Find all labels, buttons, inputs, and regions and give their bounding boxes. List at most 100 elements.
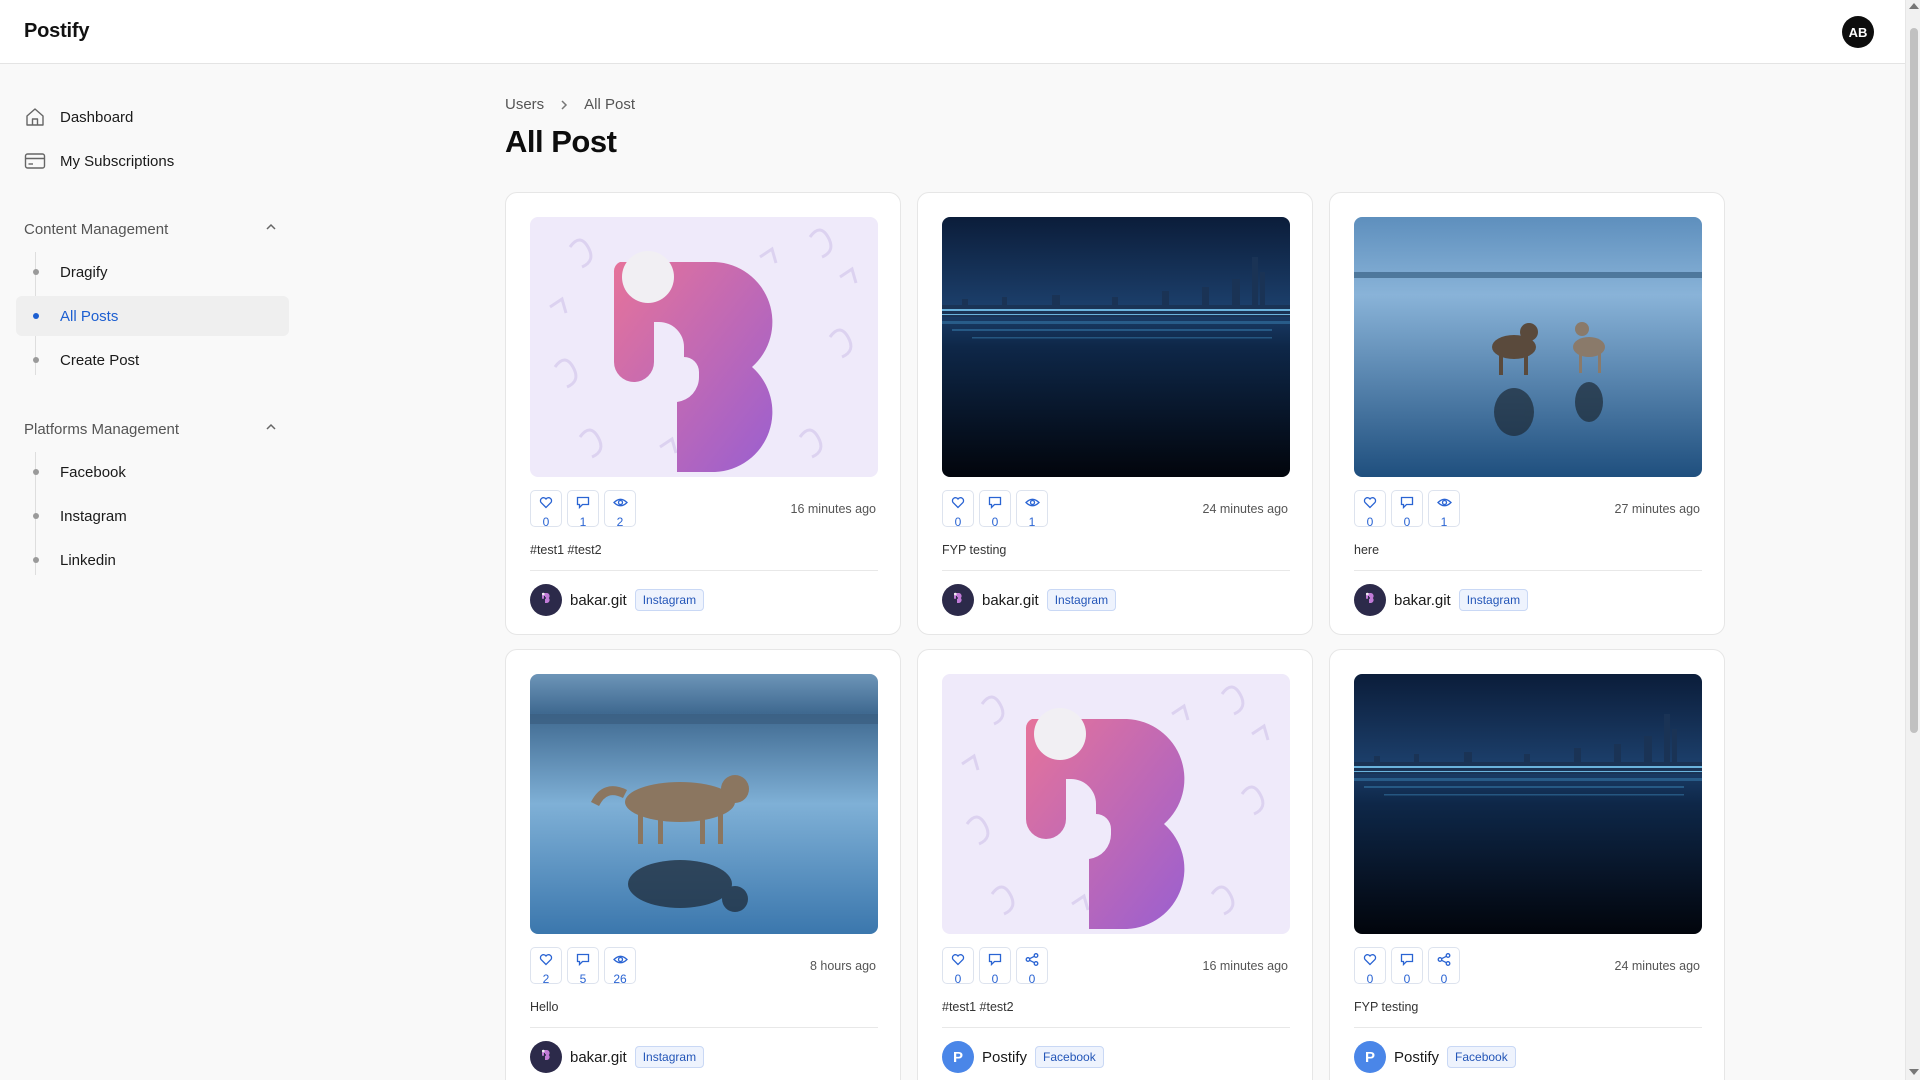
scroll-up-arrow[interactable] — [1909, 3, 1919, 9]
page-scrollbar[interactable] — [1905, 0, 1920, 1080]
author-avatar: P — [942, 1041, 974, 1073]
sidebar-item-label: Dashboard — [60, 108, 134, 126]
likes-stat: 0 — [1354, 947, 1386, 986]
sidebar-item-label: Linkedin — [60, 551, 116, 569]
breadcrumb: Users All Post — [505, 96, 635, 113]
post-time: 8 hours ago — [809, 959, 876, 973]
post-card[interactable]: 2 5 26 8 hours ago Hello bakar.git Insta… — [505, 649, 901, 1080]
post-card[interactable]: 0 1 2 16 minutes ago #test1 #test2 bakar… — [505, 192, 901, 635]
comments-count: 0 — [1403, 972, 1411, 986]
comment-icon — [576, 953, 590, 971]
app-logo[interactable]: Postify — [24, 20, 89, 43]
bullet-dot — [33, 313, 39, 319]
comments-stat: 0 — [979, 490, 1011, 529]
section-platforms-management[interactable]: Platforms Management — [24, 418, 278, 440]
likes-count: 0 — [954, 972, 962, 986]
post-image[interactable] — [1354, 674, 1702, 934]
shares-stat-count: 0 — [1028, 972, 1036, 986]
post-card[interactable]: 0 0 1 27 minutes ago here bakar.git Inst… — [1329, 192, 1725, 635]
post-card[interactable]: 0 0 0 24 minutes ago FYP testing P Posti… — [1329, 649, 1725, 1080]
scroll-down-arrow[interactable] — [1909, 1069, 1919, 1075]
sidebar-item-instagram[interactable]: Instagram — [16, 496, 289, 536]
bullet-dot — [33, 357, 39, 363]
comment-icon — [988, 953, 1002, 971]
platform-badge: Facebook — [1447, 1046, 1516, 1068]
sidebar-item-facebook[interactable]: Facebook — [16, 452, 289, 492]
bullet-dot — [33, 269, 39, 275]
author-avatar — [530, 584, 562, 616]
eye-icon — [612, 953, 628, 971]
post-stats: 0 0 1 — [1354, 490, 1460, 529]
platform-badge: Instagram — [634, 1046, 705, 1068]
section-title: Platforms Management — [24, 420, 180, 438]
comments-stat: 0 — [979, 947, 1011, 986]
post-stats: 0 0 1 — [942, 490, 1048, 529]
comments-stat: 5 — [567, 947, 599, 986]
eye-icon — [612, 496, 628, 514]
post-caption: here — [1354, 543, 1380, 557]
views-stat-count: 26 — [613, 972, 627, 986]
likes-stat: 0 — [942, 490, 974, 529]
comments-stat: 0 — [1391, 947, 1423, 986]
platform-badge: Instagram — [1046, 589, 1117, 611]
breadcrumb-current: All Post — [584, 96, 636, 113]
post-author: P Postify Facebook — [1354, 1041, 1516, 1073]
post-card[interactable]: 0 0 0 16 minutes ago #test1 #test2 P Pos… — [917, 649, 1313, 1080]
divider — [942, 1027, 1290, 1028]
post-image[interactable] — [1354, 217, 1702, 477]
divider — [942, 570, 1290, 571]
post-caption: Hello — [530, 1000, 559, 1014]
heart-icon — [951, 496, 965, 514]
post-time: 24 minutes ago — [1614, 959, 1700, 973]
post-image[interactable] — [942, 217, 1290, 477]
views-stat-count: 2 — [616, 515, 624, 529]
sidebar-item-all-posts[interactable]: All Posts — [16, 296, 289, 336]
comments-count: 0 — [991, 515, 999, 529]
heart-icon — [1363, 953, 1377, 971]
heart-icon — [951, 953, 965, 971]
section-content-management[interactable]: Content Management — [24, 218, 278, 240]
likes-count: 0 — [954, 515, 962, 529]
author-name: bakar.git — [1394, 591, 1451, 609]
share-icon — [1025, 953, 1039, 971]
postify-logo-icon — [539, 1048, 553, 1067]
views-stat-count: 1 — [1440, 515, 1448, 529]
post-image[interactable] — [530, 674, 878, 934]
chevron-up-icon — [264, 420, 278, 438]
share-icon — [1437, 953, 1451, 971]
sidebar-item-dashboard[interactable]: Dashboard — [24, 105, 133, 129]
post-caption: #test1 #test2 — [942, 1000, 1014, 1014]
sidebar-item-dragify[interactable]: Dragify — [16, 252, 289, 292]
user-avatar[interactable]: AB — [1842, 16, 1874, 48]
post-stats: 0 1 2 — [530, 490, 636, 529]
sidebar-item-my-subscriptions[interactable]: My Subscriptions — [24, 149, 174, 173]
breadcrumb-parent[interactable]: Users — [505, 96, 544, 113]
sidebar-item-create-post[interactable]: Create Post — [16, 340, 289, 380]
author-avatar — [1354, 584, 1386, 616]
author-name: bakar.git — [570, 1048, 627, 1066]
heart-icon — [1363, 496, 1377, 514]
divider — [1354, 1027, 1702, 1028]
eye-icon — [1024, 496, 1040, 514]
post-caption: FYP testing — [1354, 1000, 1419, 1014]
sidebar-item-label: Instagram — [60, 507, 127, 525]
author-name: Postify — [982, 1048, 1028, 1066]
post-author: bakar.git Instagram — [530, 1041, 705, 1073]
comments-count: 1 — [579, 515, 587, 529]
likes-stat: 0 — [1354, 490, 1386, 529]
top-bar: Postify AB — [0, 0, 1905, 64]
scrollbar-thumb[interactable] — [1910, 28, 1918, 733]
author-avatar: P — [1354, 1041, 1386, 1073]
post-time: 24 minutes ago — [1202, 502, 1288, 516]
author-avatar — [530, 1041, 562, 1073]
post-image[interactable] — [530, 217, 878, 477]
chevron-up-icon — [264, 220, 278, 238]
post-time: 27 minutes ago — [1614, 502, 1700, 516]
sidebar-item-label: Create Post — [60, 351, 140, 369]
views-stat: 2 — [604, 490, 636, 529]
post-author: bakar.git Instagram — [530, 584, 705, 616]
sidebar-item-linkedin[interactable]: Linkedin — [16, 540, 289, 580]
post-card[interactable]: 0 0 1 24 minutes ago FYP testing bakar.g… — [917, 192, 1313, 635]
post-image[interactable] — [942, 674, 1290, 934]
postify-logo-icon — [951, 591, 965, 610]
